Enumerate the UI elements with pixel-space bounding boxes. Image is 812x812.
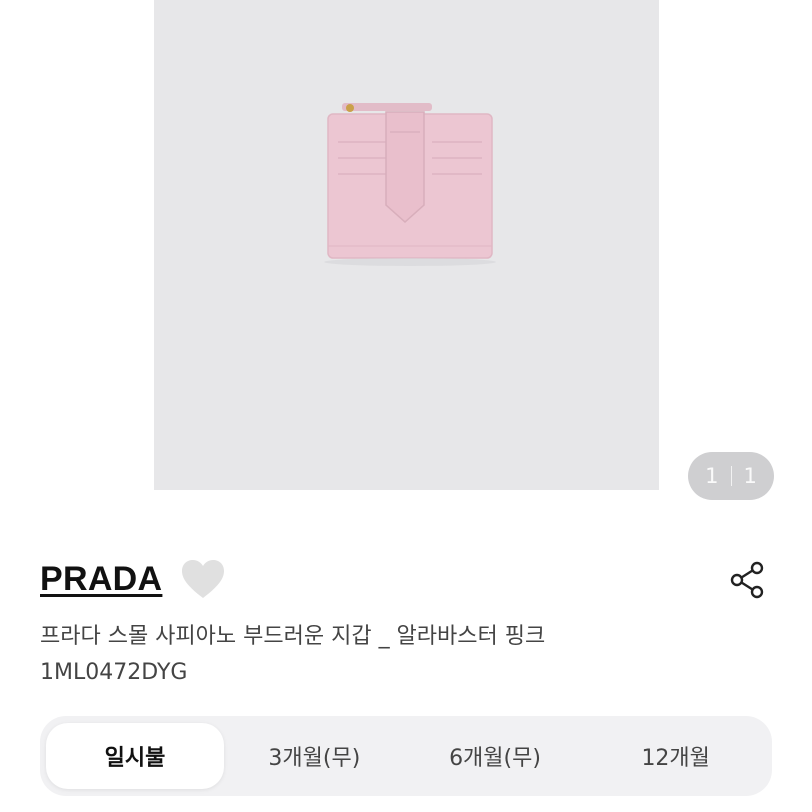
counter-divider (730, 466, 732, 486)
share-icon[interactable] (728, 560, 768, 600)
brand-row: PRADA (40, 556, 226, 602)
tab-12-months[interactable]: 12개월 (585, 723, 766, 789)
heart-icon[interactable] (180, 558, 226, 600)
payment-tabs: 일시불 3개월(무) 6개월(무) 12개월 (40, 716, 772, 796)
product-image[interactable] (154, 0, 659, 490)
wallet-photo (324, 103, 496, 266)
image-counter-total: 1 (743, 464, 757, 488)
product-code: 1ML0472DYG (40, 660, 188, 685)
tab-6-months[interactable]: 6개월(무) (405, 723, 586, 789)
image-counter: 1 1 (688, 452, 774, 500)
tab-3-months[interactable]: 3개월(무) (224, 723, 405, 789)
brand-link[interactable]: PRADA (40, 560, 162, 599)
product-name: 프라다 스몰 사피아노 부드러운 지갑 _ 알라바스터 핑크 (40, 624, 546, 649)
image-counter-current: 1 (705, 464, 719, 488)
tab-lump-sum[interactable]: 일시불 (46, 723, 224, 789)
